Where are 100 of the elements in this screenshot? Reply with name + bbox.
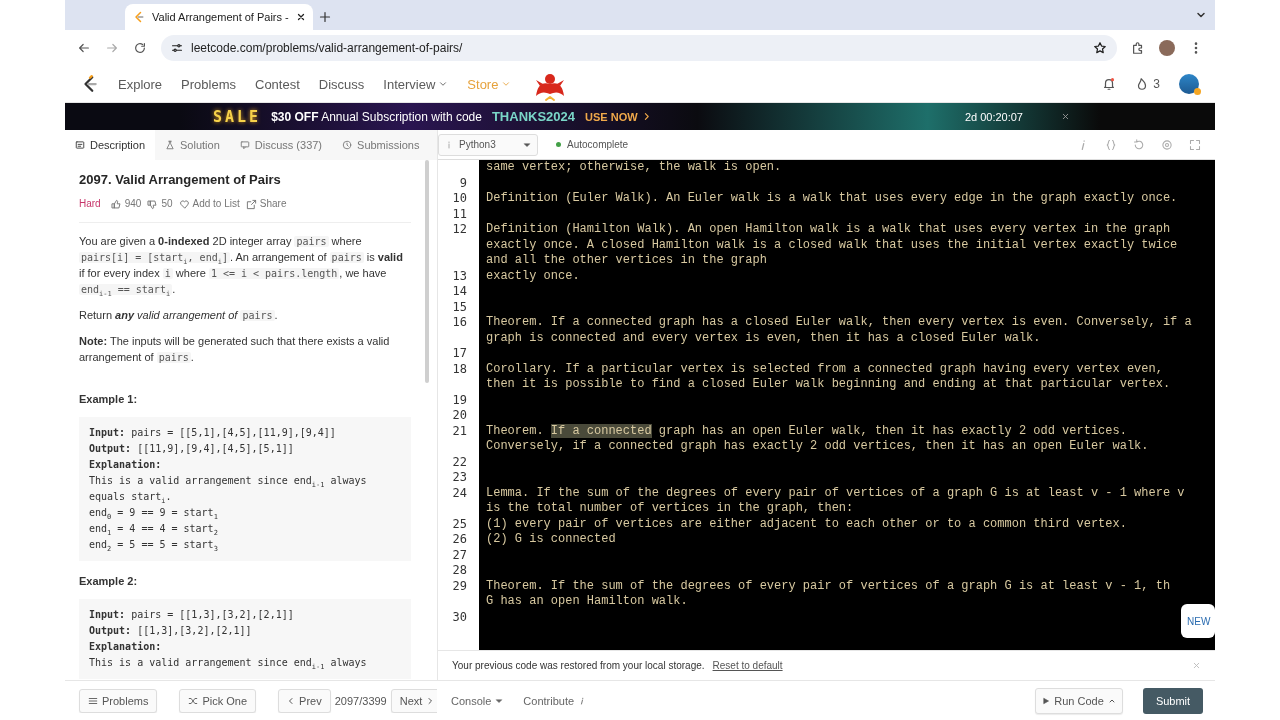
list-icon: [88, 695, 98, 706]
problems-button[interactable]: Problems: [79, 688, 158, 713]
dislike-button[interactable]: 50: [147, 196, 173, 212]
line-number: 19: [451, 392, 468, 408]
example-line: end$_{1}$ = 4 == 4 = start$_{2}$: [89, 522, 219, 537]
contribute-link[interactable]: Contribute: [523, 694, 587, 707]
thumbs-up-icon: [110, 198, 122, 210]
line-number: 17: [451, 346, 468, 362]
user-avatar[interactable]: [1179, 74, 1199, 94]
line-number: 18: [451, 361, 468, 377]
prev-button[interactable]: Prev: [278, 688, 331, 713]
line-number: 26: [451, 532, 468, 548]
promo-banner[interactable]: SALE $30 OFF Annual Subscription with code THANKS2024 USE NOW 2d 00:20:07: [65, 103, 1215, 130]
promo-text: $30 OFF Annual Subscription with code: [271, 109, 482, 124]
example-line: Input: pairs = [[5,1],[4,5],[11,9],[9,4]]: [89, 426, 337, 440]
example-line: Input: pairs = [[1,3],[3,2],[2,1]]: [89, 608, 295, 622]
streak-counter[interactable]: 3: [1135, 77, 1160, 91]
browser-tab[interactable]: Valid Arrangement of Pairs -: [125, 4, 313, 30]
close-icon[interactable]: [295, 12, 306, 22]
code-line: (2) G is connected: [486, 532, 617, 548]
line-number: 22: [451, 454, 468, 470]
line-number: 23: [451, 470, 468, 486]
line-number: 11: [451, 206, 468, 222]
info-icon: [445, 140, 453, 149]
panel-tab[interactable]: Discuss (337): [229, 130, 333, 160]
example-line: This is a valid arrangement since end$_{i-1}$ always: [89, 656, 368, 671]
chevron-right-icon: [426, 696, 435, 705]
line-number: 30: [451, 609, 468, 625]
line-number: 14: [451, 284, 468, 300]
share-icon: [245, 198, 257, 210]
code-line: is the total number of vertices in the graph, then:: [486, 501, 855, 517]
difficulty-label: Hard: [79, 197, 101, 211]
nav-link[interactable]: Explore: [118, 76, 163, 92]
example-line: end$_{2}$ = 5 == 5 = start$_{3}$: [89, 538, 219, 553]
nav-link[interactable]: Discuss: [318, 76, 365, 92]
language-select[interactable]: Python3: [438, 133, 538, 156]
autocomplete-toggle[interactable]: Autocomplete: [556, 139, 629, 150]
extensions-icon[interactable]: [1131, 41, 1145, 55]
example-line: Explanation:: [89, 640, 163, 654]
scrollbar-thumb[interactable]: [425, 160, 429, 383]
caret-icon: [495, 696, 504, 705]
console-toggle[interactable]: Console: [451, 694, 504, 707]
reset-link[interactable]: Reset to default: [712, 660, 783, 671]
restore-notice: Your previous code was restored from your local storage.: [452, 660, 705, 671]
line-number: 15: [451, 299, 468, 315]
nav-link[interactable]: Contest: [255, 76, 300, 92]
description-text: You are given a 0-indexed 2D integer array pairs where pairs[i] = [start$_{i}$, end$_{i}$] . An arrangement of pairs is valid if for every index i where 1 <= i < pairs.length , we have end$_{i-1}$ == start$_{i}$ .: [79, 234, 404, 297]
code-line: then it is possible to find a closed Euler walk beginning and ending at that particular vertex.: [486, 377, 1172, 393]
new-badge-button[interactable]: NEW: [1181, 604, 1215, 638]
run-code-button[interactable]: Run Code: [1035, 687, 1123, 714]
problem-title: 2097. Valid Arrangement of Pairs: [79, 172, 282, 188]
line-number: 27: [451, 547, 468, 563]
caret-icon: [438, 79, 449, 89]
pick-one-button[interactable]: Pick One: [179, 688, 257, 713]
share-button[interactable]: Share: [245, 196, 287, 212]
line-number: 12: [451, 222, 468, 238]
code-line: Definition (Hamilton Walk). An open Hamilton walk is a walk that uses every vertex in the graph: [486, 222, 1172, 238]
caret-icon: [501, 79, 512, 89]
example-line: equals start$_{i}$.: [89, 490, 173, 505]
new-tab-icon[interactable]: [319, 11, 331, 23]
code-line: exactly once. A closed Hamilton walk is a closed walk that uses the initial vertex exactly twice: [486, 237, 1179, 253]
document-icon: [75, 140, 85, 150]
line-number: 24: [451, 485, 468, 501]
thumbs-down-icon: [147, 198, 159, 210]
use-now-link[interactable]: USE NOW: [585, 110, 651, 123]
nav-link[interactable]: Problems: [181, 76, 236, 92]
nav-menu[interactable]: Interview: [383, 76, 449, 92]
panel-tab[interactable]: Description: [65, 130, 156, 160]
code-line: Theorem. If the sum of the degrees of every pair of vertices of a graph G is at least v - 1, th: [486, 578, 1172, 594]
example-heading: Example 2:: [79, 574, 139, 589]
example-line: end$_{0}$ = 9 == 9 = start$_{1}$: [89, 506, 219, 521]
comment-icon: [239, 140, 250, 150]
code-line: exactly once.: [486, 268, 581, 284]
profile-avatar[interactable]: [1159, 40, 1175, 56]
sale-label: SALE: [213, 107, 262, 126]
add-to-list-button[interactable]: Add to List: [178, 196, 240, 212]
bell-icon[interactable]: [1102, 77, 1117, 91]
line-number: 29: [451, 578, 468, 594]
problem-counter: 2097/3399: [334, 694, 387, 707]
line-number: 10: [451, 191, 468, 207]
code-line: (1) every pair of vertices are either adjacent to each other or to a common third vertex.: [486, 516, 1128, 532]
example-heading: Example 1:: [79, 392, 139, 407]
reload-icon[interactable]: [133, 41, 147, 55]
line-number: 13: [451, 268, 468, 284]
star-icon[interactable]: [1093, 41, 1107, 55]
leetcode-logo-icon: [133, 11, 145, 23]
code-line: Corollary. If a particular vertex is selected from a connected graph having every vertex even,: [486, 361, 1164, 377]
site-settings-icon: [171, 42, 183, 54]
address-bar[interactable]: leetcode.com/problems/valid-arrangement-of-pairs/: [161, 35, 1117, 61]
submit-button[interactable]: Submit: [1143, 687, 1203, 714]
next-button[interactable]: Next: [390, 688, 437, 713]
panel-tab[interactable]: Submissions: [332, 130, 430, 160]
panel-tab[interactable]: Solution: [155, 130, 230, 160]
line-number: 25: [451, 516, 468, 532]
flask-icon: [165, 140, 176, 150]
back-icon[interactable]: [77, 41, 91, 55]
code-line: graph is connected and every vertex is even, then it has a closed Euler walk.: [486, 330, 1042, 346]
example-line: Output: [[1,3],[3,2],[2,1]]: [89, 624, 253, 638]
caret-icon: [523, 140, 531, 149]
like-button[interactable]: 940: [110, 196, 142, 212]
